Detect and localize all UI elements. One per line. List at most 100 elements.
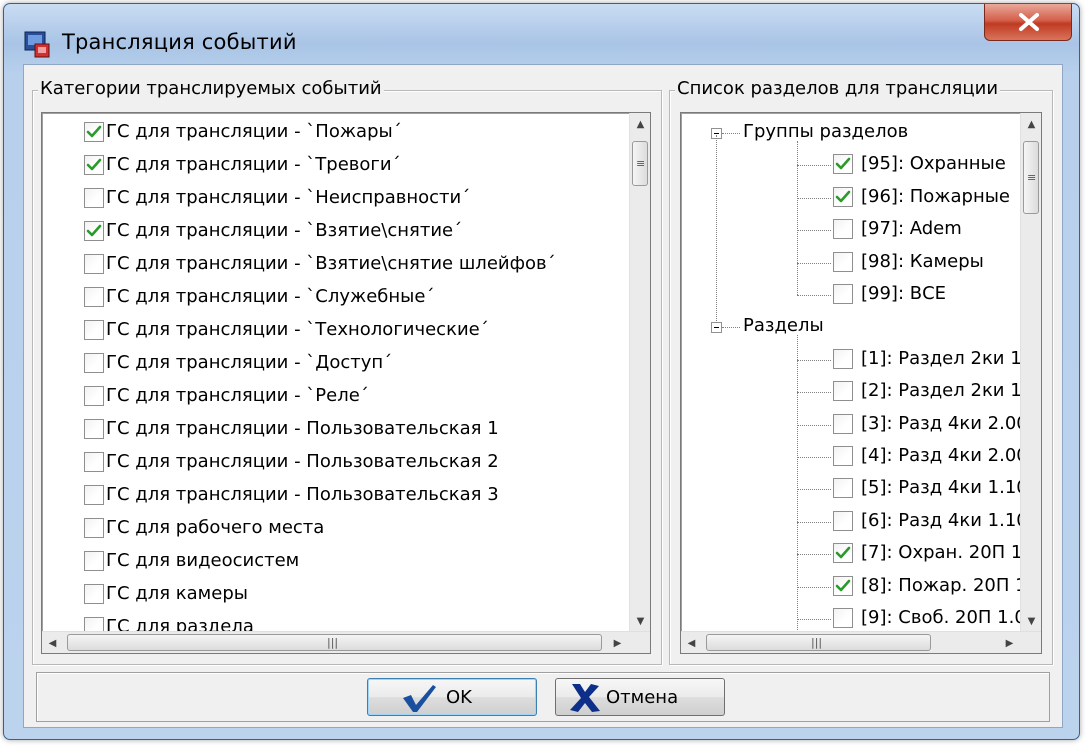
category-checkbox[interactable]: [84, 386, 104, 406]
tree-item[interactable]: [8]: Пожар. 20П 1: [681, 571, 1027, 602]
section-checkbox[interactable]: [833, 543, 853, 564]
title-bar[interactable]: Трансляция событий: [4, 4, 1079, 64]
category-checkbox[interactable]: [84, 518, 104, 538]
categories-horizontal-scrollbar[interactable]: ◀ ||| ▶: [42, 631, 650, 653]
section-label: [98]: Камеры: [861, 250, 984, 272]
category-item[interactable]: ГС для рабочего места: [42, 513, 627, 544]
tree-group-node[interactable]: Разделы: [681, 311, 1021, 342]
category-item[interactable]: ГС для трансляции - `Служебные´: [42, 282, 627, 313]
categories-group: Категории транслируемых событий ГС для т…: [32, 78, 662, 665]
category-item[interactable]: ГС для трансляции - `Взятие\снятие´: [42, 216, 627, 247]
category-checkbox[interactable]: [84, 188, 104, 208]
tree-item[interactable]: [4]: Разд 4ки 2.00: [681, 441, 1028, 472]
button-panel: OK Отмена: [36, 672, 1050, 722]
scroll-thumb[interactable]: ≡: [1023, 141, 1039, 214]
category-item[interactable]: ГС для трансляции - `Тревоги´: [42, 150, 627, 181]
tree-item[interactable]: [1]: Раздел 2ки 1.: [681, 344, 1027, 375]
category-item[interactable]: ГС для трансляции - `Доступ´: [42, 348, 627, 379]
scroll-down-arrow-icon[interactable]: ▼: [630, 610, 650, 632]
category-item[interactable]: ГС для трансляции - `Неисправности´: [42, 183, 627, 214]
scroll-up-arrow-icon[interactable]: ▲: [1021, 113, 1041, 135]
sections-vertical-scrollbar[interactable]: ▲ ≡ ▼: [1020, 113, 1041, 632]
section-label: [96]: Пожарные: [861, 185, 1011, 207]
category-item[interactable]: ГС для видеосистем: [42, 546, 627, 577]
category-item[interactable]: ГС для трансляции - `Технологические´: [42, 315, 627, 346]
section-checkbox[interactable]: [833, 575, 853, 596]
section-checkbox[interactable]: [833, 446, 853, 466]
category-item[interactable]: ГС для трансляции - `Взятие\снятие шлейф…: [42, 249, 627, 280]
tree-item[interactable]: [7]: Охран. 20П 1.: [681, 538, 1028, 569]
tree-group-node[interactable]: Группы разделов: [681, 117, 1021, 148]
tree-item[interactable]: [9]: Своб. 20П 1.0: [681, 603, 1026, 634]
tree-item[interactable]: [96]: Пожарные: [681, 182, 1021, 213]
collapse-icon[interactable]: [711, 322, 722, 334]
tree-item[interactable]: [98]: Камеры: [681, 247, 1021, 278]
category-checkbox[interactable]: [84, 419, 104, 439]
category-checkbox[interactable]: [84, 221, 104, 241]
category-checkbox[interactable]: [84, 320, 104, 340]
section-checkbox[interactable]: [833, 510, 853, 531]
category-checkbox[interactable]: [84, 155, 104, 175]
section-checkbox[interactable]: [833, 413, 853, 434]
section-checkbox[interactable]: [833, 348, 853, 369]
category-checkbox[interactable]: [84, 287, 104, 307]
app-window-icon: [24, 31, 50, 58]
category-item[interactable]: ГС для камеры: [42, 579, 627, 610]
dialog-client-area: Категории транслируемых событий ГС для т…: [23, 64, 1063, 728]
sections-horizontal-scrollbar[interactable]: ◀ ||| ▶: [681, 631, 1041, 653]
section-label: [2]: Раздел 2ки 1.: [861, 380, 1028, 402]
category-item[interactable]: ГС для трансляции - Пользовательская 3: [42, 480, 627, 511]
section-checkbox[interactable]: [833, 154, 853, 175]
category-checkbox[interactable]: [84, 551, 104, 571]
scroll-up-arrow-icon[interactable]: ▲: [630, 113, 650, 135]
category-checkbox[interactable]: [84, 254, 104, 274]
section-checkbox[interactable]: [833, 284, 853, 304]
category-item[interactable]: ГС для трансляции - Пользовательская 1: [42, 414, 627, 445]
scroll-right-arrow-icon[interactable]: ▶: [607, 632, 628, 653]
checkmark-icon: [403, 685, 436, 712]
scroll-down-arrow-icon[interactable]: ▼: [1021, 610, 1041, 632]
tree-item[interactable]: [99]: ВСЕ: [681, 279, 1021, 310]
close-button[interactable]: [984, 4, 1072, 41]
scroll-thumb[interactable]: ≡: [632, 141, 648, 186]
section-checkbox[interactable]: [833, 608, 853, 628]
category-checkbox[interactable]: [84, 122, 104, 142]
tree-item[interactable]: [3]: Разд 4ки 2.00: [681, 409, 1028, 440]
section-checkbox[interactable]: [833, 219, 853, 240]
categories-vertical-scrollbar[interactable]: ▲ ≡ ▼: [629, 113, 650, 632]
section-label: [8]: Пожар. 20П 1: [861, 574, 1027, 596]
category-item[interactable]: ГС для трансляции - `Пожары´: [42, 117, 627, 148]
section-label: [97]: Adem: [861, 218, 962, 240]
tree-item[interactable]: [5]: Разд 4ки 1.10: [681, 473, 1028, 504]
category-item[interactable]: ГС для трансляции - `Реле´: [42, 381, 627, 412]
scroll-left-arrow-icon[interactable]: ◀: [681, 632, 702, 653]
category-checkbox[interactable]: [84, 353, 104, 373]
sections-tree[interactable]: Группы разделов [95]: Охранные [96]: Пожар…: [680, 112, 1042, 654]
tree-item[interactable]: [97]: Adem: [681, 214, 1021, 245]
cancel-button[interactable]: Отмена: [555, 678, 725, 716]
cancel-button-label: Отмена: [606, 687, 679, 708]
categories-list[interactable]: ГС для трансляции - `Пожары´ ГС для транс…: [41, 112, 651, 654]
section-label: [95]: Охранные: [861, 153, 1006, 175]
scroll-left-arrow-icon[interactable]: ◀: [42, 632, 63, 653]
category-checkbox[interactable]: [84, 584, 104, 604]
section-checkbox[interactable]: [833, 186, 853, 207]
scroll-thumb-horizontal[interactable]: |||: [67, 634, 602, 651]
category-label: ГС для трансляции - `Взятие\снятие´: [106, 220, 463, 241]
tree-item[interactable]: [2]: Раздел 2ки 1.: [681, 376, 1027, 407]
section-label: [9]: Своб. 20П 1.0: [861, 607, 1026, 628]
category-checkbox[interactable]: [84, 452, 104, 472]
section-checkbox[interactable]: [833, 381, 853, 402]
category-item[interactable]: ГС для трансляции - Пользовательская 2: [42, 447, 627, 478]
scroll-thumb-horizontal[interactable]: |||: [706, 634, 931, 651]
tree-item[interactable]: [95]: Охранные: [681, 149, 1021, 180]
checkmark-icon: [86, 158, 102, 171]
ok-button[interactable]: OK: [367, 678, 537, 716]
section-label: [99]: ВСЕ: [861, 283, 947, 304]
category-checkbox[interactable]: [84, 485, 104, 505]
scroll-right-arrow-icon[interactable]: ▶: [999, 632, 1020, 653]
section-checkbox[interactable]: [833, 251, 853, 272]
tree-item[interactable]: [6]: Разд 4ки 1.10: [681, 506, 1028, 537]
category-label: ГС для видеосистем: [106, 550, 300, 571]
section-checkbox[interactable]: [833, 478, 853, 499]
